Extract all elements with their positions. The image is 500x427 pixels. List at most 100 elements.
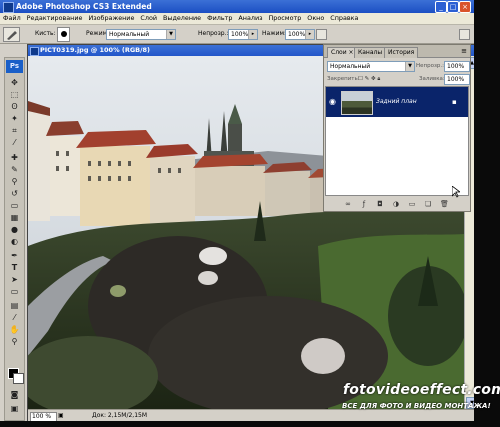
- lock-label: Закрепить:: [327, 76, 360, 82]
- gradient-tool-icon[interactable]: ▦: [9, 213, 20, 222]
- move-tool-icon[interactable]: ✥: [9, 78, 20, 87]
- status-bar: 100 % ▣ Док: 2,15M/2,15M: [28, 409, 474, 421]
- notes-tool-icon[interactable]: ▤: [9, 301, 20, 310]
- mode-select[interactable]: Нормальный ▼: [106, 29, 176, 40]
- blur-tool-icon[interactable]: ●: [9, 225, 20, 234]
- tab-history[interactable]: История: [384, 47, 419, 58]
- marquee-tool-icon[interactable]: ⬚: [9, 90, 20, 99]
- layer-opacity-input[interactable]: 100%: [444, 61, 470, 72]
- close-button[interactable]: ×: [459, 1, 471, 13]
- flow-input[interactable]: 100% ▸: [285, 29, 315, 40]
- cursor-icon: [452, 186, 460, 198]
- screen-mode-icon[interactable]: ▣: [9, 404, 20, 413]
- tab-channels[interactable]: Каналы: [354, 47, 387, 58]
- blend-mode-value: Нормальный: [330, 63, 371, 70]
- type-tool-icon[interactable]: T: [9, 263, 20, 272]
- mode-value: Нормальный: [109, 31, 150, 38]
- photoshop-window: Adobe Photoshop CS3 Extended _ □ × Файл Р…: [0, 0, 474, 421]
- layer-mask-icon[interactable]: ◘: [376, 200, 384, 208]
- eyedropper-tool-icon[interactable]: ⁄: [9, 313, 20, 322]
- healing-brush-tool-icon[interactable]: ✚: [9, 153, 20, 162]
- tab-layers[interactable]: Слои ×: [327, 47, 358, 58]
- fill-value: 100%: [447, 76, 465, 83]
- menu-image[interactable]: Изображение: [85, 13, 137, 24]
- blend-mode-select[interactable]: Нормальный ▼: [327, 61, 415, 72]
- magic-wand-tool-icon[interactable]: ✦: [9, 114, 20, 123]
- layers-list: ◉ Задний план ▪: [325, 86, 469, 196]
- new-group-icon[interactable]: ▭: [408, 200, 416, 208]
- link-layers-icon[interactable]: ∞: [344, 200, 352, 208]
- flow-label: Нажим:: [262, 30, 287, 37]
- layer-style-icon[interactable]: ƒ: [360, 200, 368, 208]
- tool-preset-picker[interactable]: [3, 27, 20, 42]
- menu-select[interactable]: Выделение: [160, 13, 204, 24]
- menu-window[interactable]: Окно: [304, 13, 327, 24]
- brush-label: Кисть:: [35, 30, 56, 37]
- fill-label: Заливка:: [419, 76, 445, 82]
- opacity-input[interactable]: 100% ▸: [228, 29, 258, 40]
- shape-tool-icon[interactable]: ▭: [9, 287, 20, 296]
- toolbox: Ps ✥ ⬚ ʘ ✦ ⌗ ⁄ ✚ ✎ ⚲ ↺ ▭ ▦ ● ◐ ✒ T ➤ ▭ ▤…: [4, 57, 25, 421]
- menu-layer[interactable]: Слой: [137, 13, 160, 24]
- opacity-value: 100%: [231, 31, 249, 38]
- layer-opacity-value: 100%: [447, 63, 465, 70]
- menu-bar: Файл Редактирование Изображение Слой Выделен…: [0, 13, 474, 25]
- dodge-tool-icon[interactable]: ◐: [9, 237, 20, 246]
- chevron-right-icon: ▸: [305, 30, 314, 39]
- delete-layer-icon[interactable]: 🗑︎: [440, 200, 449, 208]
- slice-tool-icon[interactable]: ⁄: [9, 138, 20, 147]
- panel-tabs: Слои × Каналы История ≡: [324, 45, 470, 58]
- menu-analysis[interactable]: Анализ: [235, 13, 265, 24]
- eye-icon[interactable]: ◉: [329, 97, 336, 107]
- preview-icon: ▣: [58, 412, 64, 419]
- layer-opacity-label: Непрозр.:: [416, 63, 444, 69]
- layer-thumbnail: [341, 91, 373, 115]
- flow-value: 100%: [288, 31, 306, 38]
- title-bar: Adobe Photoshop CS3 Extended _ □ ×: [0, 0, 474, 13]
- opacity-label: Непрозр.:: [198, 30, 229, 37]
- lock-icon: ▪: [452, 98, 457, 106]
- menu-edit[interactable]: Редактирование: [24, 13, 86, 24]
- doc-size-info[interactable]: Док: 2,15M/2,15M: [92, 412, 147, 420]
- clone-stamp-tool-icon[interactable]: ⚲: [9, 177, 20, 186]
- pen-tool-icon[interactable]: ✒: [9, 251, 20, 260]
- minimize-button[interactable]: _: [435, 1, 447, 13]
- zoom-tool-icon[interactable]: ⚲: [9, 337, 20, 346]
- document-icon: [30, 47, 39, 56]
- menu-help[interactable]: Справка: [327, 13, 361, 24]
- new-layer-icon[interactable]: ❏: [424, 200, 432, 208]
- layer-row-background[interactable]: ◉ Задний план ▪: [326, 87, 468, 117]
- brush-icon: [7, 31, 17, 40]
- menu-view[interactable]: Просмотр: [266, 13, 305, 24]
- panel-menu-icon[interactable]: ≡: [461, 47, 467, 55]
- chevron-down-icon: ▼: [405, 62, 414, 71]
- menu-filter[interactable]: Фильтр: [204, 13, 235, 24]
- menu-file[interactable]: Файл: [0, 13, 24, 24]
- chevron-right-icon: ▸: [248, 30, 257, 39]
- options-bar: Кисть: Режим: Нормальный ▼ Непрозр.: 100…: [0, 25, 474, 44]
- ps-logo: Ps: [6, 60, 23, 73]
- brush-tool-icon[interactable]: ✎: [9, 165, 20, 174]
- quick-mask-icon[interactable]: ◙: [9, 390, 20, 399]
- adjustment-layer-icon[interactable]: ◑: [392, 200, 400, 208]
- hand-tool-icon[interactable]: ✋: [9, 325, 20, 334]
- app-icon: [3, 2, 14, 13]
- background-color-swatch[interactable]: [13, 373, 24, 384]
- watermark-slogan: ВСЕ ДЛЯ ФОТО И ВИДЕО МОНТАЖА!: [342, 402, 491, 410]
- watermark-site: fotovideoeffect.com: [343, 382, 500, 398]
- lock-icons[interactable]: ☐ ✎ ✥ 🔒︎: [358, 75, 380, 83]
- history-brush-tool-icon[interactable]: ↺: [9, 189, 20, 198]
- crop-tool-icon[interactable]: ⌗: [9, 126, 20, 135]
- maximize-button[interactable]: □: [447, 1, 459, 13]
- app-title: Adobe Photoshop CS3 Extended: [16, 2, 152, 11]
- brush-size-picker[interactable]: [57, 27, 70, 42]
- layers-panel: Слои × Каналы История ≡ Нормальный ▼ Неп…: [323, 44, 471, 212]
- lasso-tool-icon[interactable]: ʘ: [9, 102, 20, 111]
- layers-panel-footer: ∞ ƒ ◘ ◑ ▭ ❏ 🗑︎: [324, 198, 470, 210]
- path-selection-tool-icon[interactable]: ➤: [9, 275, 20, 284]
- fill-input[interactable]: 100%: [444, 74, 470, 85]
- airbrush-toggle[interactable]: [316, 29, 327, 40]
- eraser-tool-icon[interactable]: ▭: [9, 201, 20, 210]
- palette-well-button[interactable]: [459, 29, 470, 40]
- zoom-field[interactable]: 100 %: [30, 412, 57, 421]
